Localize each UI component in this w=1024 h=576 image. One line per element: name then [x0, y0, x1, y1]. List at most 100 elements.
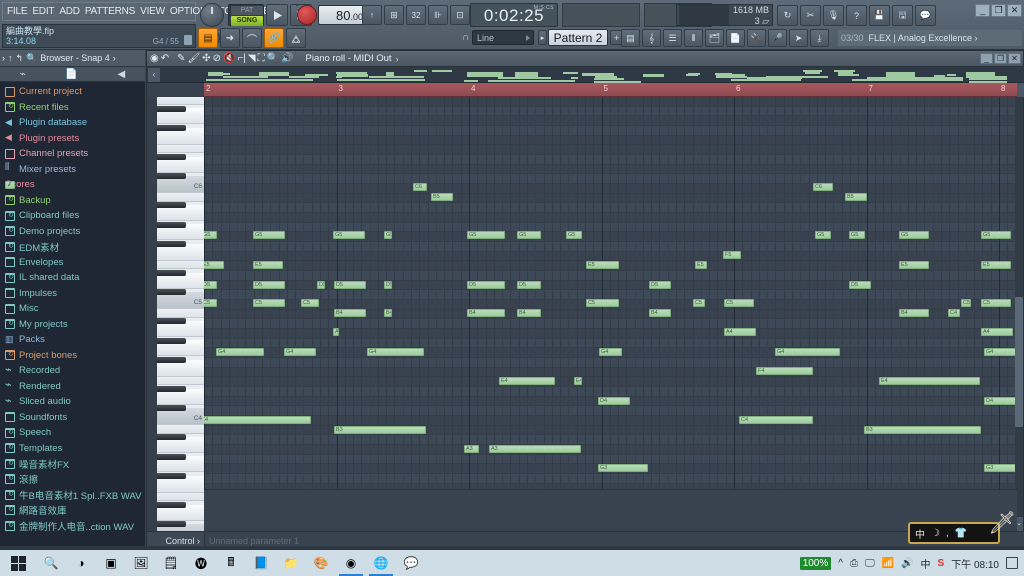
piano-black-key[interactable] [157, 502, 186, 509]
browser-item[interactable]: Clipboard files [0, 208, 145, 224]
menu-item-edit[interactable]: EDIT [32, 6, 54, 17]
menu-item-patterns[interactable]: PATTERNS [85, 6, 135, 17]
piano-roll-note[interactable]: E5 [981, 261, 1011, 269]
arrow-tool-icon[interactable]: ➜ [220, 28, 240, 48]
save-as-icon[interactable]: 🖫 [892, 5, 913, 26]
piano-roll-note[interactable]: G4 [599, 348, 622, 356]
messenger-icon[interactable]: 💬 [396, 550, 426, 576]
piano-roll-note[interactable]: G5 [566, 231, 582, 239]
piano-roll-note[interactable]: B4 [899, 309, 929, 317]
browser-item[interactable]: 噪音素材FX [0, 456, 145, 472]
step-count-icon[interactable]: 32 [406, 5, 426, 25]
browser-item[interactable]: Project bones [0, 348, 145, 364]
undo-icon[interactable]: ↶ [161, 53, 169, 64]
clothes-icon[interactable]: 👕 [955, 528, 967, 539]
piano-roll-note[interactable]: G5 [815, 231, 831, 239]
browser-item[interactable]: Plugin database [0, 115, 145, 131]
piano-roll-note[interactable]: G3 [598, 464, 648, 472]
piano-roll-note[interactable]: A3 [489, 445, 581, 453]
browser-item[interactable]: Channel presets [0, 146, 145, 162]
vertical-scrollbar[interactable]: ⌄ [1015, 97, 1023, 531]
browser-item[interactable]: Backup [0, 193, 145, 209]
battery-badge[interactable]: 100% [799, 556, 832, 570]
select-icon[interactable]: ⛶ [258, 53, 265, 64]
piano-roll-note[interactable]: C5 [204, 299, 217, 307]
plugin-picker-icon[interactable]: 🔌 [747, 29, 766, 47]
browser-item[interactable]: 滾擦 [0, 472, 145, 488]
piano-roll-note[interactable]: C5 [301, 299, 319, 307]
mixer-icon[interactable]: ⫴ [684, 29, 703, 47]
mute-icon[interactable]: 🔇 [223, 53, 235, 64]
piano-black-key[interactable] [157, 473, 186, 480]
headphone-icon[interactable]: ∩ [462, 32, 469, 43]
piano-roll-note[interactable]: C6 [813, 183, 833, 191]
piano-black-key[interactable] [157, 453, 186, 460]
piano-roll-note[interactable]: G5 [384, 231, 392, 239]
taskbar-clock[interactable]: 下午 08:10 [951, 556, 999, 571]
magnet-icon[interactable]: 🜛 [286, 28, 306, 48]
piano-roll-note[interactable]: G5 [204, 231, 217, 239]
piano-black-key[interactable] [157, 289, 186, 296]
piano-roll-note[interactable]: G4 [367, 348, 424, 356]
time-display-panel[interactable]: M:S:CS 0:02:25 [470, 3, 558, 27]
browser-item[interactable]: Plugin presets [0, 131, 145, 147]
browser-item[interactable]: Scores [0, 177, 145, 193]
menu-item-add[interactable]: ADD [59, 6, 80, 17]
play-pause-button[interactable] [266, 4, 288, 26]
piano-white-key[interactable] [157, 97, 204, 105]
pattern-prev-button[interactable]: ▸ [538, 30, 547, 45]
delete-icon[interactable]: ⊘ [213, 53, 221, 64]
piano-roll-note[interactable]: C5 [693, 299, 705, 307]
piano-roll-note[interactable]: A3 [464, 445, 479, 453]
piano-roll-note[interactable]: B4 [467, 309, 505, 317]
piano-roll-note[interactable]: B4 [334, 309, 366, 317]
playlist-icon[interactable]: ▤ [621, 29, 640, 47]
office-icon[interactable]: 🅦 [186, 550, 216, 576]
terminal-icon[interactable]: ▣ [96, 550, 126, 576]
piano-roll-note[interactable]: G5 [899, 231, 929, 239]
overview-collapse-button[interactable]: ‹ [148, 68, 160, 82]
piano-roll-note[interactable]: D5 [384, 281, 392, 289]
piano-roll-note[interactable]: G5 [517, 231, 541, 239]
chat-icon[interactable]: 💬 [915, 5, 936, 26]
piano-roll-note[interactable]: G5 [253, 231, 285, 239]
piano-roll-note[interactable]: C5 [586, 299, 619, 307]
mic-stand-icon[interactable]: 🎤 [768, 29, 787, 47]
microphone-icon[interactable]: 🎙 [823, 5, 844, 26]
piano-roll-note[interactable]: D5 [467, 281, 505, 289]
piano-black-key[interactable] [157, 318, 186, 325]
timeline-ruler[interactable]: 2 3 4 5 6 7 8 [204, 83, 1017, 97]
time-signature-icon[interactable]: ⊞ [384, 5, 404, 25]
piano-roll-note[interactable]: C4 [204, 416, 311, 424]
piano-roll-note[interactable]: C4 [948, 309, 960, 317]
piano-roll-note[interactable]: G5 [333, 231, 365, 239]
pat-mode-label[interactable]: PAT [231, 6, 263, 15]
piano-roll-note[interactable]: E5 [253, 261, 283, 269]
wifi-icon[interactable]: 📶 [882, 558, 894, 569]
piano-roll-note[interactable]: G5 [981, 231, 1011, 239]
pattern-selector[interactable]: Pattern 2 [548, 29, 608, 46]
projector-icon[interactable]: 🖵 [865, 558, 875, 569]
piano-roll-close[interactable]: ✕ [1008, 53, 1021, 64]
maximize-button[interactable]: ❐ [991, 4, 1006, 17]
piano-roll-note[interactable]: E5 [899, 261, 929, 269]
menu-icon[interactable]: ◉ [150, 53, 159, 64]
browser-item[interactable]: 牛B电音素材1 Spl..FXB WAV [0, 487, 145, 503]
menu-item-view[interactable]: VIEW [140, 6, 165, 17]
plugin-slot-display[interactable]: 03/30 FLEX | Analog Excellence › [838, 30, 1022, 46]
piano-roll-note[interactable]: A4 [333, 328, 339, 336]
page-icon[interactable]: 📄 [65, 69, 77, 80]
piano-roll-window-controls[interactable]: _ ❐ ✕ [980, 53, 1021, 64]
piano-roll-minimize[interactable]: _ [980, 53, 993, 64]
browser-item[interactable]: Soundfonts [0, 410, 145, 426]
menu-bar[interactable]: FILE EDIT ADD PATTERNS VIEW OPTIONS TOOL… [2, 2, 282, 21]
piano-roll-note[interactable]: C4 [739, 416, 813, 424]
save-icon[interactable]: 💾 [869, 5, 890, 26]
wait-for-input-icon[interactable]: ⊡ [450, 5, 470, 25]
piano-roll-note[interactable]: D5 [334, 281, 366, 289]
ime-icon[interactable]: 中 [921, 556, 931, 571]
link-icon[interactable]: 🔗 [264, 28, 284, 48]
piano-keyboard[interactable]: C4 C5 C6 [157, 97, 204, 531]
moon-icon[interactable]: ☽ [931, 528, 940, 539]
piano-roll-toggle-icon[interactable]: ▤ [198, 28, 218, 48]
